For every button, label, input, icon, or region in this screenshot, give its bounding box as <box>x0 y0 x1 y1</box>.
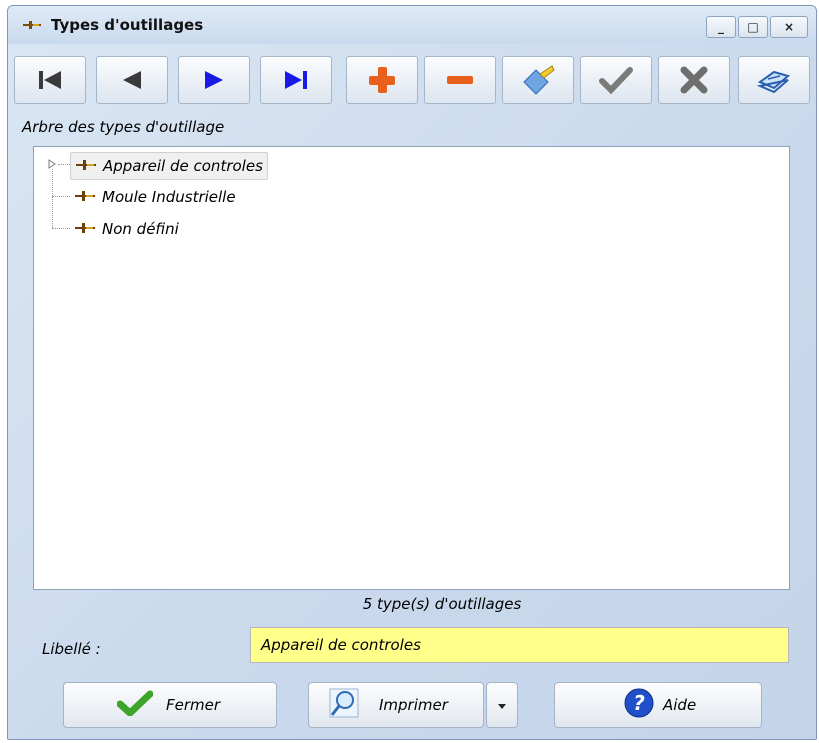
tool-icon <box>22 19 42 35</box>
minimize-button[interactable]: _ <box>706 16 736 38</box>
add-button[interactable] <box>346 56 418 104</box>
tree-connector <box>52 169 53 228</box>
libelle-field[interactable]: Appareil de controles <box>250 627 789 663</box>
print-list-button[interactable] <box>738 56 810 104</box>
magnifier-icon <box>327 686 361 724</box>
tooling-types-window: Types d'outillages _ □ × Arbre des types… <box>7 5 817 740</box>
close-button[interactable]: Fermer <box>63 682 277 728</box>
libelle-label: Libellé : <box>42 640 101 658</box>
cancel-edit-button[interactable] <box>658 56 730 104</box>
expand-arrow-icon[interactable] <box>48 157 56 173</box>
tree-node-label: Appareil de controles <box>103 157 263 175</box>
tool-icon <box>74 185 96 211</box>
maximize-button[interactable]: □ <box>738 16 768 38</box>
tree-node[interactable]: Moule Industrielle <box>70 184 240 210</box>
book-icon <box>756 70 791 94</box>
help-button-label: Aide <box>663 696 697 714</box>
svg-text:?: ? <box>633 691 645 715</box>
help-icon: ? <box>623 687 655 723</box>
minus-icon <box>447 76 473 84</box>
tree-node[interactable]: Non défini <box>70 216 183 242</box>
checkmark-icon <box>599 67 633 94</box>
brush-icon <box>523 65 555 95</box>
triangle-left-icon <box>123 71 141 89</box>
tool-icon <box>75 154 97 180</box>
title-bar[interactable]: Types d'outillages _ □ × <box>8 6 816 44</box>
tree-caption: Arbre des types d'outillage <box>22 118 225 136</box>
last-record-button[interactable] <box>260 56 332 104</box>
tree-connector <box>52 228 70 229</box>
record-count: 5 type(s) d'outillages <box>362 595 522 613</box>
x-icon <box>680 66 708 94</box>
tree-node-label: Moule Industrielle <box>102 188 236 206</box>
print-button[interactable]: Imprimer <box>308 682 484 728</box>
tree-node-label: Non défini <box>102 220 179 238</box>
edit-button[interactable] <box>502 56 574 104</box>
skip-last-icon <box>285 71 307 89</box>
print-button-label: Imprimer <box>379 696 448 714</box>
tree-node[interactable]: Appareil de controles <box>70 152 268 180</box>
triangle-right-icon <box>205 71 223 89</box>
next-record-button[interactable] <box>178 56 250 104</box>
tree-connector <box>58 164 70 165</box>
window-title: Types d'outillages <box>51 16 204 34</box>
checkmark-icon <box>116 690 154 720</box>
tool-icon <box>74 217 96 243</box>
tooling-type-tree[interactable]: Appareil de controles Moule Industrielle… <box>33 146 790 590</box>
chevron-down-icon <box>498 696 506 714</box>
skip-first-icon <box>39 71 61 89</box>
print-options-dropdown[interactable] <box>486 682 518 728</box>
help-button[interactable]: ? Aide <box>554 682 762 728</box>
close-window-button[interactable]: × <box>770 16 808 38</box>
close-button-label: Fermer <box>166 696 221 714</box>
delete-button[interactable] <box>424 56 496 104</box>
record-toolbar <box>14 56 812 106</box>
validate-button[interactable] <box>580 56 652 104</box>
tree-connector <box>52 196 70 197</box>
previous-record-button[interactable] <box>96 56 168 104</box>
first-record-button[interactable] <box>14 56 86 104</box>
plus-icon <box>369 67 395 93</box>
